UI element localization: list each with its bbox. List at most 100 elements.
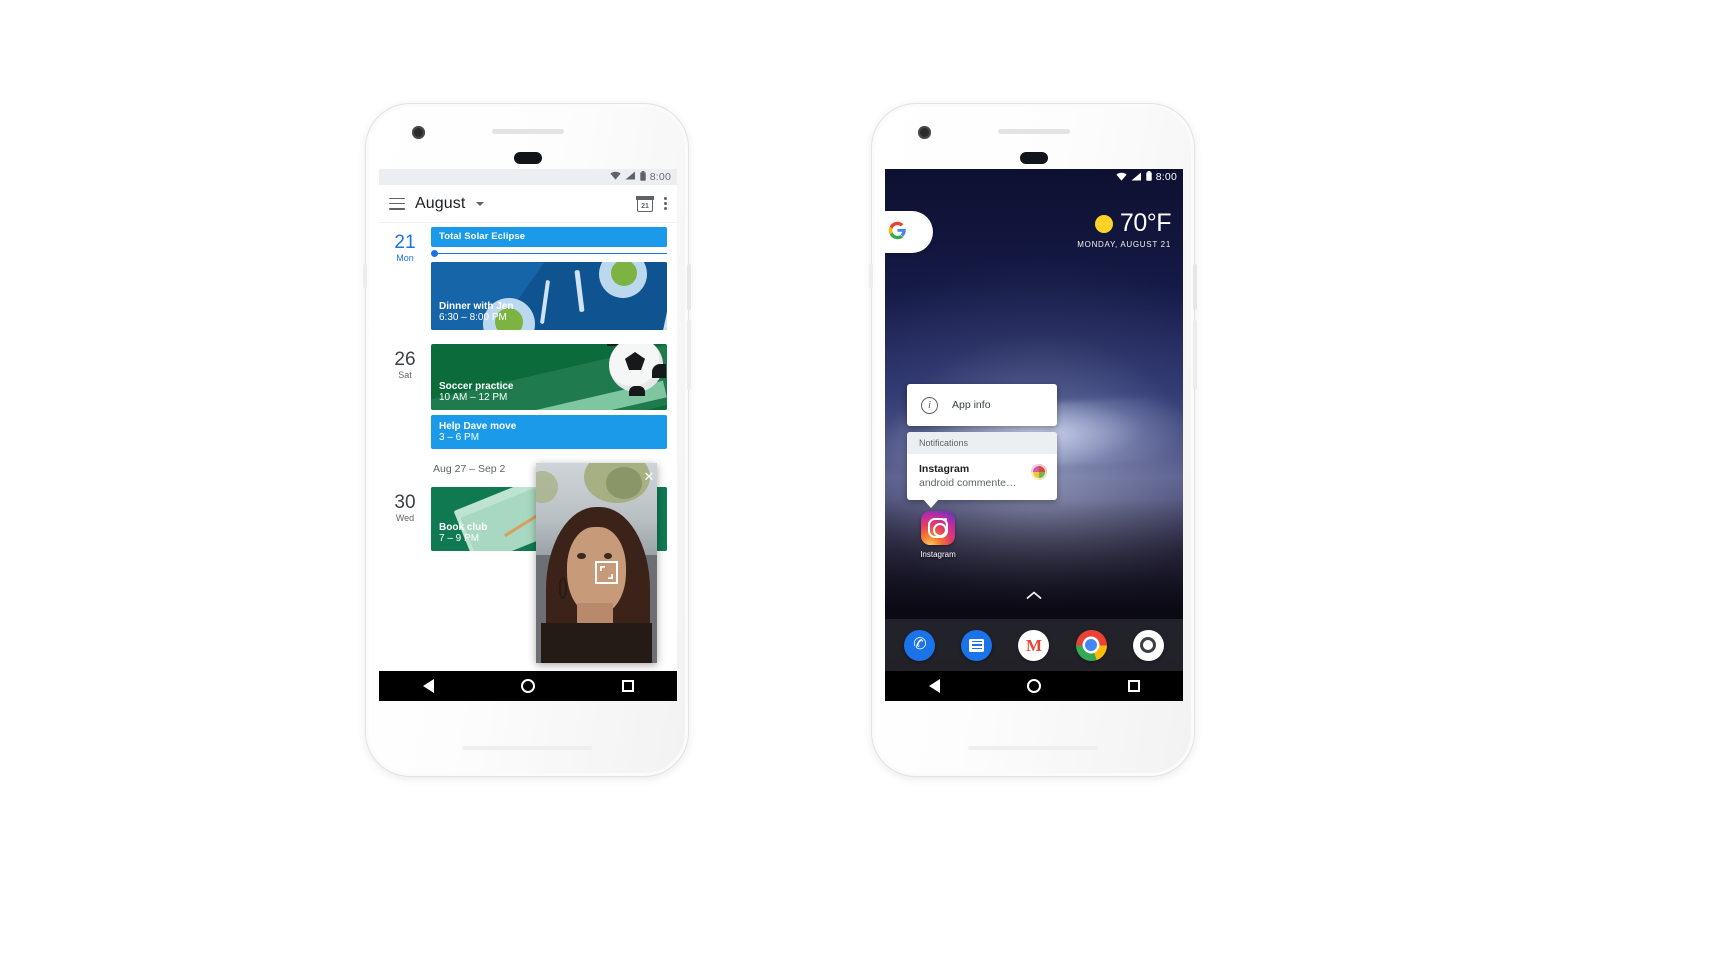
event-time: 10 AM – 12 PM: [439, 392, 508, 403]
sim-tray: [363, 264, 367, 288]
day-column: 30 Wed: [379, 487, 431, 551]
bottom-speaker: [968, 746, 1098, 750]
home-icon[interactable]: [520, 679, 535, 693]
google-g-icon: [888, 221, 907, 243]
event-title: Total Solar Eclipse: [439, 231, 526, 242]
sensor-pill: [1020, 152, 1048, 164]
camera-icon[interactable]: [1132, 629, 1164, 661]
calendar-date-icon[interactable]: 21: [636, 195, 654, 212]
hamburger-menu-icon[interactable]: [389, 197, 405, 210]
temperature-value: 70°F: [1119, 209, 1172, 237]
chevron-down-icon[interactable]: [476, 201, 485, 206]
right-phone-screen: 8:00 70°F MONDAY, AUGUST 21 i App info N…: [885, 169, 1183, 701]
page-title[interactable]: August: [415, 195, 465, 213]
instagram-lens-dot: [944, 518, 947, 521]
status-bar: 8:00: [379, 169, 677, 185]
screenshot-stage: 8:00 August 21 21 Mon Total Solar Eclips…: [0, 0, 1730, 973]
weather-widget[interactable]: 70°F MONDAY, AUGUST 21: [1077, 209, 1172, 250]
current-time-indicator: [431, 250, 667, 257]
google-search-widget[interactable]: [885, 211, 933, 253]
photo-thumbnail: [1031, 464, 1047, 480]
picture-in-picture-video[interactable]: [536, 463, 657, 663]
earpiece-speaker: [492, 129, 564, 134]
notification-popup[interactable]: Notifications Instagram android commente…: [907, 432, 1057, 508]
weather-date: MONDAY, AUGUST 21: [1077, 240, 1171, 249]
calendar-app-bar: August 21: [379, 185, 677, 223]
power-button[interactable]: [1193, 264, 1197, 310]
popup-tail: [923, 499, 939, 508]
chrome-icon[interactable]: [1075, 629, 1107, 661]
signal-icon: [1131, 172, 1142, 184]
wifi-icon: [610, 171, 621, 183]
day-number: 30: [394, 492, 416, 513]
sim-tray: [869, 264, 873, 288]
chevron-up-icon[interactable]: [1026, 591, 1042, 602]
bottom-speaker: [462, 746, 592, 750]
ball-patch: [607, 344, 621, 346]
day-name: Mon: [396, 253, 414, 263]
current-time-line: [438, 252, 667, 255]
app-dock: ✆ M: [885, 619, 1183, 671]
notification-item[interactable]: Instagram android commente…: [907, 454, 1057, 500]
gmail-glyph: M: [1025, 635, 1042, 655]
home-icon[interactable]: [1026, 679, 1041, 693]
status-time: 8:00: [649, 170, 671, 183]
recents-icon[interactable]: [621, 680, 634, 692]
event-chip[interactable]: Soccer practice 10 AM – 12 PM: [431, 344, 667, 410]
day-column: 21 Mon: [379, 227, 431, 330]
front-camera-icon: [412, 126, 425, 139]
eye-shape: [577, 553, 586, 560]
earpiece-speaker: [998, 129, 1070, 134]
home-app-instagram[interactable]: Instagram: [909, 511, 967, 559]
event-chip[interactable]: Total Solar Eclipse: [431, 227, 667, 247]
battery-icon: [640, 170, 646, 184]
day-column-empty: [379, 449, 431, 487]
event-chip[interactable]: Dinner with Jen 6:30 – 8:00 PM: [431, 262, 667, 330]
phone-icon[interactable]: ✆: [904, 629, 936, 661]
close-icon[interactable]: ✕: [641, 468, 657, 484]
power-button[interactable]: [687, 264, 691, 310]
notification-header: Notifications: [907, 432, 1057, 454]
navigation-bar: [379, 671, 677, 701]
expand-fullscreen-icon[interactable]: [595, 561, 619, 584]
event-title: Help Dave move: [439, 421, 517, 432]
day-events: Total Solar Eclipse Dinner with Jen 6:30…: [431, 227, 677, 330]
shirt-shape: [540, 623, 653, 663]
front-camera-icon: [918, 126, 931, 139]
kebab-menu-icon[interactable]: [663, 197, 667, 210]
event-time: 3 – 6 PM: [439, 432, 480, 443]
messages-glyph: [969, 638, 985, 652]
schedule-day-row: 26 Sat Soccer practice 10 AM – 12 PM Hel…: [379, 330, 677, 449]
back-icon[interactable]: [928, 679, 940, 693]
info-icon: i: [921, 396, 938, 414]
app-label: Instagram: [920, 550, 956, 559]
sun-icon: [1094, 214, 1113, 233]
signal-icon: [625, 171, 636, 183]
current-time-dot: [431, 250, 438, 257]
wifi-icon: [1116, 172, 1127, 184]
recents-icon[interactable]: [1127, 680, 1140, 692]
event-title: Dinner with Jen: [439, 301, 514, 312]
back-icon[interactable]: [422, 679, 434, 693]
instagram-icon: [921, 511, 955, 545]
volume-button[interactable]: [687, 320, 691, 390]
volume-button[interactable]: [1193, 320, 1197, 390]
ball-patch: [625, 352, 645, 370]
left-phone-device: 8:00 August 21 21 Mon Total Solar Eclips…: [363, 104, 691, 776]
notification-message: android commente…: [919, 477, 1017, 489]
app-info-card[interactable]: i App info: [907, 384, 1057, 426]
gmail-icon[interactable]: M: [1018, 629, 1050, 661]
day-column: 26 Sat: [379, 344, 431, 449]
event-time: 7 – 9 PM: [439, 533, 480, 544]
day-name: Sat: [398, 370, 412, 380]
messages-icon[interactable]: [961, 629, 993, 661]
calendar-schedule-list[interactable]: 21 Mon Total Solar Eclipse Dinner with J…: [379, 223, 677, 701]
weather-row: 70°F: [1077, 209, 1172, 237]
event-title: Soccer practice: [439, 381, 514, 392]
day-name: Wed: [395, 513, 415, 523]
notification-text: Instagram android commente…: [919, 463, 1023, 489]
day-number: 26: [394, 349, 416, 370]
status-time: 8:00: [1155, 171, 1177, 184]
status-bar: 8:00: [885, 169, 1183, 186]
event-chip[interactable]: Help Dave move 3 – 6 PM: [431, 415, 667, 449]
